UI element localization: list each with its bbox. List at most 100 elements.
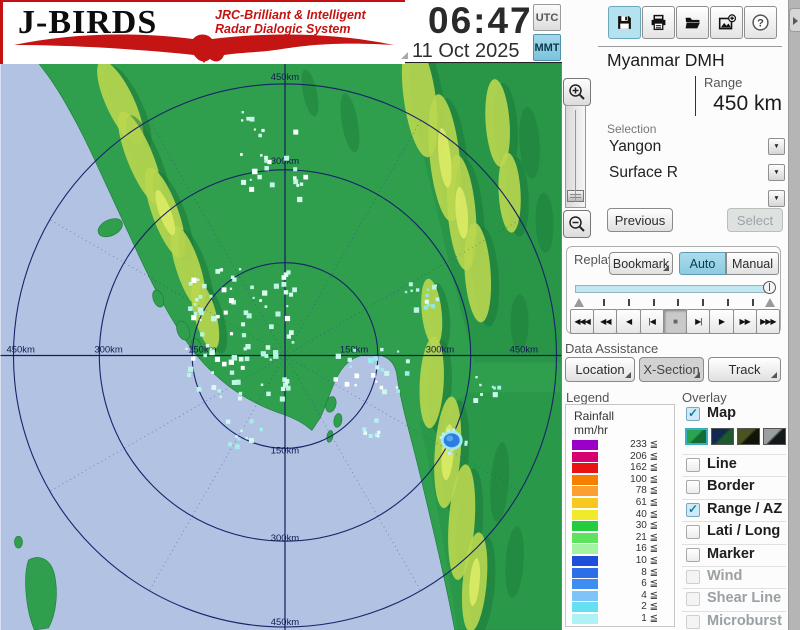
svg-text:450km: 450km bbox=[271, 617, 300, 628]
timeline-thumb[interactable] bbox=[763, 281, 776, 294]
overlay-item-border[interactable]: Border bbox=[682, 476, 786, 499]
overlay-item-label: Microburst bbox=[707, 612, 782, 629]
checkbox[interactable] bbox=[686, 547, 700, 562]
save-button[interactable] bbox=[608, 6, 641, 39]
map-style-swatch-1[interactable] bbox=[685, 428, 708, 445]
svg-text:450km: 450km bbox=[6, 344, 35, 355]
bookmark-button[interactable]: Bookmark bbox=[609, 252, 673, 275]
overlay-item-range-az[interactable]: Range / AZ bbox=[682, 498, 786, 522]
legend-color-swatch bbox=[572, 463, 598, 474]
select-button[interactable]: Select bbox=[727, 208, 783, 232]
print-button[interactable] bbox=[642, 6, 675, 39]
overlay-item-line[interactable]: Line bbox=[682, 454, 786, 477]
checkbox bbox=[686, 570, 700, 584]
playback-jump-last-button[interactable]: ▶▶▶ bbox=[755, 309, 780, 334]
legend-color-swatch bbox=[572, 579, 598, 590]
previous-button[interactable]: Previous bbox=[607, 208, 673, 232]
overlay-item-lati-long[interactable]: Lati / Long bbox=[682, 521, 786, 544]
map-style-swatch-2[interactable] bbox=[711, 428, 734, 445]
track-button[interactable]: Track bbox=[708, 357, 781, 382]
playback-step-forward-button[interactable]: ▶| bbox=[686, 309, 711, 334]
select-row[interactable]: Surface R ▼ bbox=[607, 162, 785, 186]
panel-collapse-strip[interactable] bbox=[788, 0, 800, 630]
manual-button[interactable]: Manual bbox=[726, 252, 779, 275]
legend-value: 206 ≦ bbox=[630, 450, 658, 462]
overlay-item-label: Map bbox=[707, 405, 736, 421]
station-title: Myanmar DMH bbox=[607, 50, 725, 70]
legend-value: 4 ≦ bbox=[641, 589, 658, 601]
chevron-down-icon[interactable]: ▼ bbox=[768, 190, 785, 207]
legend-color-swatch bbox=[572, 602, 598, 613]
legend-color-swatch bbox=[572, 614, 598, 624]
chevron-down-icon[interactable]: ▼ bbox=[768, 164, 785, 181]
capture-image-button[interactable] bbox=[710, 6, 743, 39]
legend-row: 16 ≦ bbox=[572, 544, 670, 555]
overlay-item-wind: Wind bbox=[682, 566, 786, 589]
playback-jump-first-button[interactable]: ◀◀◀ bbox=[570, 309, 595, 334]
checkbox[interactable] bbox=[686, 502, 700, 517]
zoom-out-button[interactable] bbox=[563, 210, 591, 238]
legend-value: 78 ≦ bbox=[635, 485, 658, 497]
map-style-swatch-3[interactable] bbox=[737, 428, 760, 445]
legend-color-swatch bbox=[572, 544, 598, 555]
location-button[interactable]: Location bbox=[565, 357, 635, 382]
mmt-button[interactable]: MMT bbox=[533, 34, 561, 61]
overlay-item-microburst: Microburst bbox=[682, 610, 786, 630]
playback-fast-forward-button[interactable]: ▶▶ bbox=[732, 309, 757, 334]
overlay-item-marker[interactable]: Marker bbox=[682, 543, 786, 567]
map-style-swatch-4[interactable] bbox=[763, 428, 786, 445]
eagle-icon bbox=[14, 34, 394, 63]
auto-button[interactable]: Auto bbox=[679, 252, 726, 275]
overlay-item-label: Line bbox=[707, 456, 737, 472]
collapse-arrow-icon[interactable] bbox=[789, 8, 800, 32]
help-button[interactable]: ? bbox=[744, 6, 777, 39]
legend-color-swatch bbox=[572, 498, 598, 508]
chevron-down-icon[interactable]: ▼ bbox=[768, 138, 785, 155]
checkbox[interactable] bbox=[686, 458, 700, 472]
zoom-out-icon bbox=[569, 216, 585, 232]
playback-fast-rewind-button[interactable]: ◀◀ bbox=[593, 309, 618, 334]
playback-play-button[interactable]: ▶ bbox=[709, 309, 734, 334]
range-value: 450 km bbox=[713, 92, 782, 115]
legend-value: 2 ≦ bbox=[641, 601, 658, 613]
legend-color-swatch bbox=[572, 451, 598, 462]
open-folder-icon bbox=[685, 17, 700, 29]
clock-date: 11 Oct 2025 bbox=[412, 40, 520, 62]
selection-label: Selection bbox=[607, 122, 657, 136]
map-style-swatches bbox=[682, 426, 786, 450]
jbirds-logo: J-BIRDS JRC-Brilliant & Intelligent Rada… bbox=[0, 0, 405, 64]
playback-stop-button[interactable]: ■ bbox=[662, 309, 688, 334]
map-checkbox[interactable] bbox=[686, 406, 700, 421]
legend-unit: mm/hr bbox=[574, 423, 608, 437]
xsection-button[interactable]: X-Section bbox=[639, 357, 704, 382]
legend-color-swatch bbox=[572, 521, 598, 532]
clock-time: 06:47 bbox=[428, 0, 533, 41]
zoom-in-button[interactable] bbox=[563, 78, 591, 106]
select-value: Yangon bbox=[609, 138, 662, 155]
overlay-item-map[interactable]: Map bbox=[682, 404, 786, 426]
radar-map[interactable]: 450km300km150km150km300km450km450km300km… bbox=[0, 62, 562, 630]
timeline-tick bbox=[652, 299, 655, 306]
utc-button[interactable]: UTC bbox=[533, 4, 561, 31]
checkbox[interactable] bbox=[686, 480, 700, 495]
timeline-slider[interactable] bbox=[575, 285, 774, 293]
replay-group: Replay Bookmark Auto Manual ◀◀◀ ◀◀ ◀ |◀ ■ ▶| ▶… bbox=[566, 246, 781, 334]
overlay-label: Overlay bbox=[682, 390, 727, 405]
legend-value: 61 ≦ bbox=[635, 497, 658, 508]
select-row[interactable]: Yangon ▼ bbox=[607, 136, 785, 160]
legend-value: 40 ≦ bbox=[635, 508, 658, 520]
open-file-button[interactable] bbox=[676, 6, 709, 39]
zoom-slider-thumb[interactable] bbox=[567, 190, 584, 202]
overlay-item-label: Range / AZ bbox=[707, 500, 783, 517]
legend-value: 233 ≦ bbox=[630, 439, 658, 450]
checkbox[interactable] bbox=[686, 525, 700, 540]
jbirds-app: 450km300km150km150km300km450km450km300km… bbox=[0, 0, 800, 630]
zoom-in-icon bbox=[569, 84, 585, 100]
playback-step-back-button[interactable]: |◀ bbox=[639, 309, 664, 334]
legend-color-swatch bbox=[572, 532, 598, 543]
playback-controls: ◀◀◀ ◀◀ ◀ |◀ ■ ▶| ▶ ▶▶ ▶▶▶ bbox=[570, 309, 780, 334]
print-icon bbox=[651, 14, 666, 31]
save-icon bbox=[618, 16, 631, 29]
playback-rewind-button[interactable]: ◀ bbox=[616, 309, 641, 334]
zoom-slider-track[interactable] bbox=[565, 105, 586, 208]
